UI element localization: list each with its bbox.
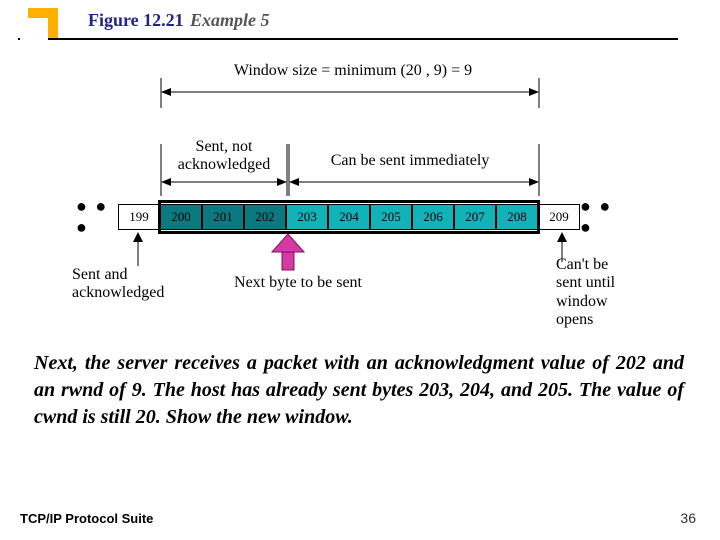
- figure-number: Figure 12.21: [88, 10, 184, 31]
- sent-and-ack-label: Sent and acknowledged: [72, 266, 202, 303]
- figure-subtitle: Example 5: [190, 10, 270, 31]
- next-byte-label: Next byte to be sent: [218, 274, 378, 292]
- next-byte-arrow-icon: [272, 234, 304, 270]
- can-be-sent-label: Can be sent immediately: [310, 152, 510, 170]
- sliding-window-diagram: ● ● ● 199 200 201 202 203 204 205 206 20…: [58, 56, 658, 326]
- sent-not-ack-label: Sent, not acknowledged: [168, 138, 280, 175]
- cant-be-sent-label: Can't be sent until window opens: [556, 256, 656, 330]
- explanation-paragraph: Next, the server receives a packet with …: [34, 350, 684, 431]
- page-number: 36: [680, 510, 696, 526]
- header-rule: [18, 38, 678, 40]
- window-size-label: Window size = minimum (20 , 9) = 9: [208, 62, 498, 80]
- footer-title: TCP/IP Protocol Suite: [20, 511, 153, 526]
- header-bullet-inner: [20, 18, 48, 46]
